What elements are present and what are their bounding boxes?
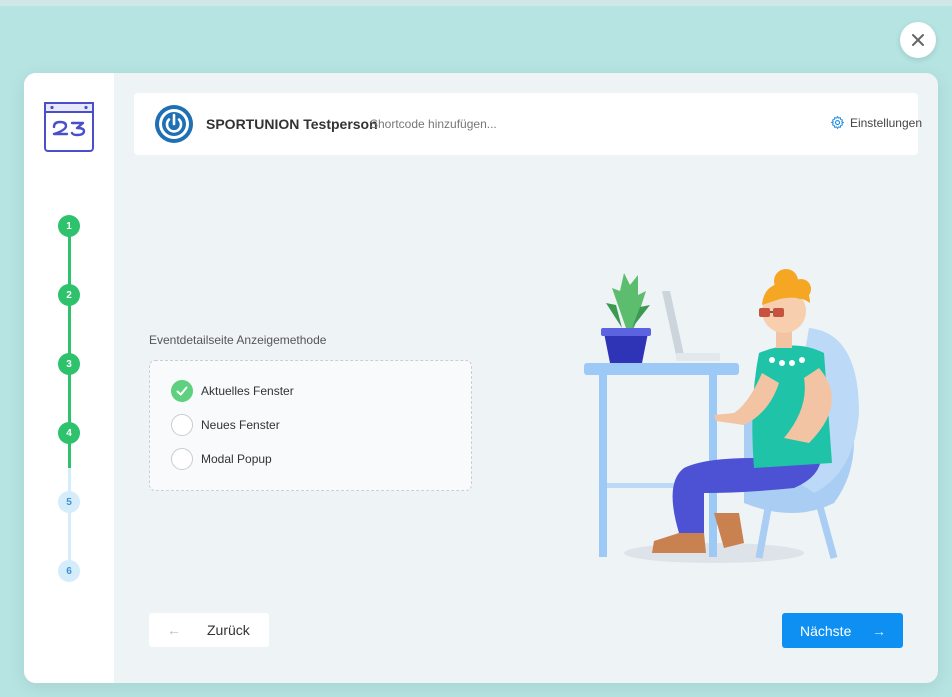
settings-link[interactable]: Einstellungen: [830, 115, 922, 130]
step-2[interactable]: 2: [58, 284, 80, 306]
arrow-right-icon: →: [872, 622, 886, 639]
power-logo: [155, 105, 193, 143]
option-label: Aktuelles Fenster: [201, 384, 294, 398]
wizard-modal: 1 2 3 4 5 6 SPORTUNION Testperson Einste…: [24, 73, 938, 683]
radio-button[interactable]: [171, 414, 193, 436]
checkmark-icon: [176, 386, 188, 396]
step-4[interactable]: 4: [58, 422, 80, 444]
wizard-sidebar: 1 2 3 4 5 6: [24, 73, 114, 683]
option-label: Neues Fenster: [201, 418, 280, 432]
back-button-label: Zurück: [207, 622, 250, 638]
settings-label: Einstellungen: [849, 115, 922, 130]
step-1[interactable]: 1: [58, 215, 80, 237]
radio-button[interactable]: [171, 448, 193, 470]
option-label: Modal Popup: [201, 452, 272, 466]
progress-line-todo: [68, 468, 71, 570]
calendar-23-logo: [44, 102, 94, 152]
person-at-desk-illustration: [584, 269, 859, 563]
close-icon: [912, 34, 924, 46]
step-5[interactable]: 5: [58, 491, 80, 513]
back-button[interactable]: ← Zurück: [149, 613, 269, 647]
shortcode-input[interactable]: [370, 112, 670, 136]
radio-button[interactable]: [171, 380, 193, 402]
display-method-label: Eventdetailseite Anzeigemethode: [149, 333, 327, 347]
option-current-window[interactable]: Aktuelles Fenster: [171, 380, 294, 402]
option-modal-popup[interactable]: Modal Popup: [171, 448, 272, 470]
option-new-window[interactable]: Neues Fenster: [171, 414, 280, 436]
account-header: SPORTUNION Testperson Einstellungen: [134, 93, 922, 155]
step-6[interactable]: 6: [58, 560, 80, 582]
gear-icon: [831, 116, 844, 129]
arrow-left-icon: ←: [167, 622, 181, 638]
top-strip: [0, 0, 952, 6]
next-button-label: Nächste: [800, 622, 852, 639]
step-3[interactable]: 3: [58, 353, 80, 375]
close-button[interactable]: [900, 22, 936, 58]
account-title: SPORTUNION Testperson: [206, 116, 378, 132]
display-method-options: Aktuelles Fenster Neues Fenster Modal Po…: [149, 360, 472, 491]
next-button[interactable]: Nächste →: [782, 613, 903, 648]
